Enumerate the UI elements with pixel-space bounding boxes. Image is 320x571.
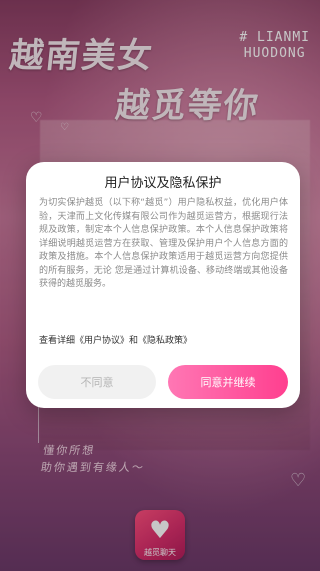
privacy-dialog: 用户协议及隐私保护 为切实保护越觅（以下称“越觅”）用户隐私权益，优化用户体验，…: [26, 162, 300, 408]
dialog-body: 为切实保护越觅（以下称“越觅”）用户隐私权益，优化用户体验，天津而上文化传媒有限…: [39, 198, 288, 289]
disagree-button[interactable]: 不同意: [38, 365, 156, 399]
agree-button[interactable]: 同意并继续: [168, 365, 288, 399]
agreement-links[interactable]: 查看详细《用户协议》和《隐私政策》: [39, 333, 192, 346]
dialog-title: 用户协议及隐私保护: [104, 176, 222, 191]
